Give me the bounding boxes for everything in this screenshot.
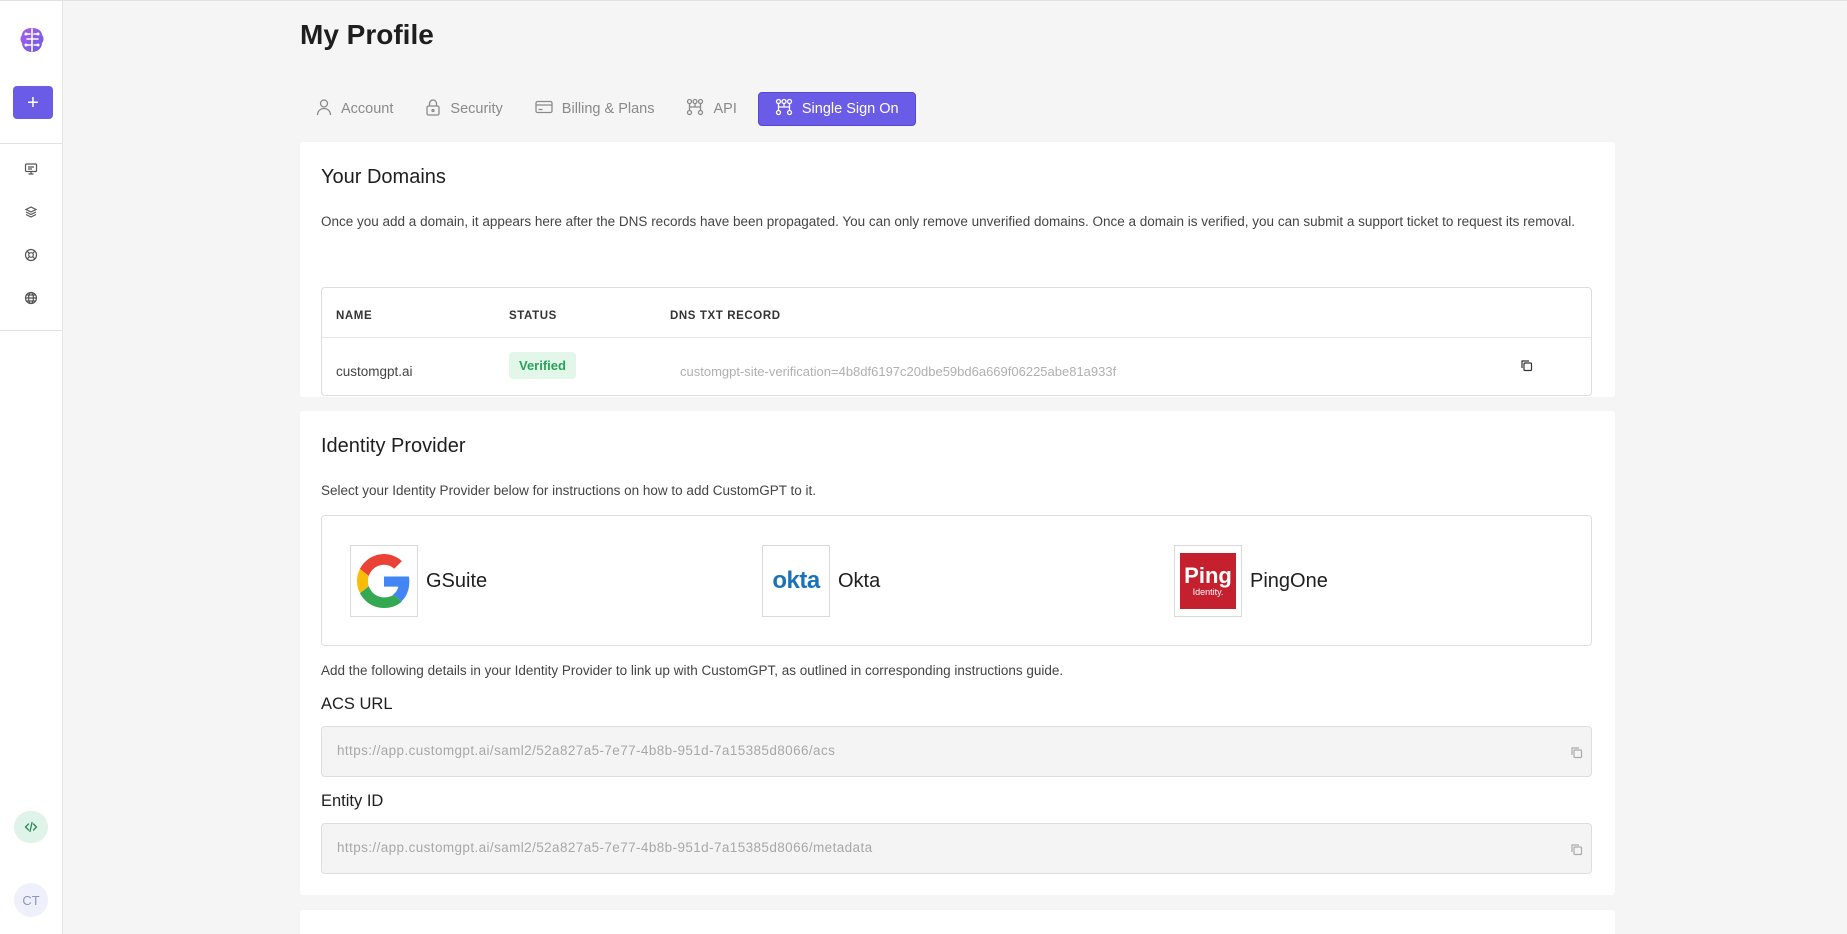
- provider-selector: GSuite okta Okta Ping Identity. PingOne: [321, 515, 1592, 646]
- entity-id-label: Entity ID: [321, 792, 384, 810]
- sidebar-divider: [0, 143, 62, 144]
- globe-icon[interactable]: [20, 287, 42, 309]
- profile-tabs: Account Security Billing & Plans API Sin…: [300, 92, 916, 126]
- provider-name: PingOne: [1250, 569, 1328, 592]
- provider-name: Okta: [838, 569, 881, 592]
- brain-logo-icon[interactable]: [17, 25, 47, 55]
- user-icon: [316, 98, 332, 120]
- tab-label: API: [713, 101, 737, 117]
- tab-account[interactable]: Account: [300, 92, 409, 126]
- sso-icon: [775, 98, 793, 120]
- acs-url-field[interactable]: https://app.customgpt.ai/saml2/52a827a5-…: [321, 726, 1592, 777]
- ping-logo-subtext: Identity.: [1192, 587, 1224, 597]
- provider-okta[interactable]: okta Okta: [762, 545, 880, 617]
- provider-pingone[interactable]: Ping Identity. PingOne: [1174, 545, 1328, 617]
- tab-security[interactable]: Security: [409, 92, 518, 126]
- identity-provider-card: Identity Provider Select your Identity P…: [300, 411, 1615, 895]
- google-logo-icon: [350, 545, 418, 617]
- provider-name: GSuite: [426, 569, 488, 592]
- provider-gsuite[interactable]: GSuite: [350, 545, 487, 617]
- tab-single-sign-on[interactable]: Single Sign On: [757, 92, 916, 126]
- acs-url-label: ACS URL: [321, 695, 393, 713]
- details-description: Add the following details in your Identi…: [321, 663, 1064, 678]
- tab-label: Billing & Plans: [561, 101, 655, 117]
- ping-identity-logo-icon: Ping Identity.: [1174, 545, 1242, 617]
- status-badge: Verified: [509, 352, 576, 379]
- column-header-dns: DNS TXT RECORD: [670, 310, 781, 322]
- okta-logo-text: okta: [772, 567, 820, 594]
- new-project-button[interactable]: +: [13, 86, 53, 119]
- column-header-name: NAME: [336, 310, 373, 322]
- tab-api[interactable]: API: [670, 92, 752, 126]
- identity-title: Identity Provider: [321, 435, 466, 457]
- tab-billing[interactable]: Billing & Plans: [519, 92, 671, 126]
- domains-description: Once you add a domain, it appears here a…: [321, 214, 1575, 229]
- copy-icon[interactable]: [1568, 841, 1584, 857]
- api-icon: [686, 98, 704, 120]
- next-card: [300, 910, 1615, 934]
- monitor-icon[interactable]: [20, 158, 42, 180]
- domain-name: customgpt.ai: [336, 364, 413, 379]
- lock-icon: [425, 98, 441, 120]
- ping-logo-text: Ping: [1184, 563, 1232, 588]
- avatar[interactable]: CT: [14, 883, 48, 917]
- domains-title: Your Domains: [321, 166, 446, 188]
- sidebar: + CT: [0, 1, 63, 934]
- identity-description: Select your Identity Provider below for …: [321, 483, 816, 498]
- tab-label: Security: [450, 101, 503, 117]
- domains-card: Your Domains Once you add a domain, it a…: [300, 142, 1615, 397]
- lifebuoy-icon[interactable]: [20, 244, 42, 266]
- code-icon[interactable]: [14, 811, 48, 843]
- copy-icon[interactable]: [1518, 357, 1534, 373]
- table-divider: [322, 337, 1591, 338]
- entity-id-value: https://app.customgpt.ai/saml2/52a827a5-…: [337, 840, 873, 855]
- acs-url-value: https://app.customgpt.ai/saml2/52a827a5-…: [337, 743, 836, 758]
- dns-txt-record: customgpt-site-verification=4b8df6197c20…: [680, 364, 1117, 379]
- page-title: My Profile: [300, 19, 434, 50]
- layers-icon[interactable]: [20, 201, 42, 223]
- entity-id-field[interactable]: https://app.customgpt.ai/saml2/52a827a5-…: [321, 823, 1592, 874]
- column-header-status: STATUS: [509, 310, 557, 322]
- tab-label: Single Sign On: [801, 101, 899, 117]
- domains-table: NAME STATUS DNS TXT RECORD customgpt.ai …: [321, 287, 1592, 396]
- tab-label: Account: [341, 101, 394, 117]
- sidebar-divider: [0, 330, 62, 331]
- credit-card-icon: [535, 100, 553, 118]
- copy-icon[interactable]: [1568, 744, 1584, 760]
- okta-logo-icon: okta: [762, 545, 830, 617]
